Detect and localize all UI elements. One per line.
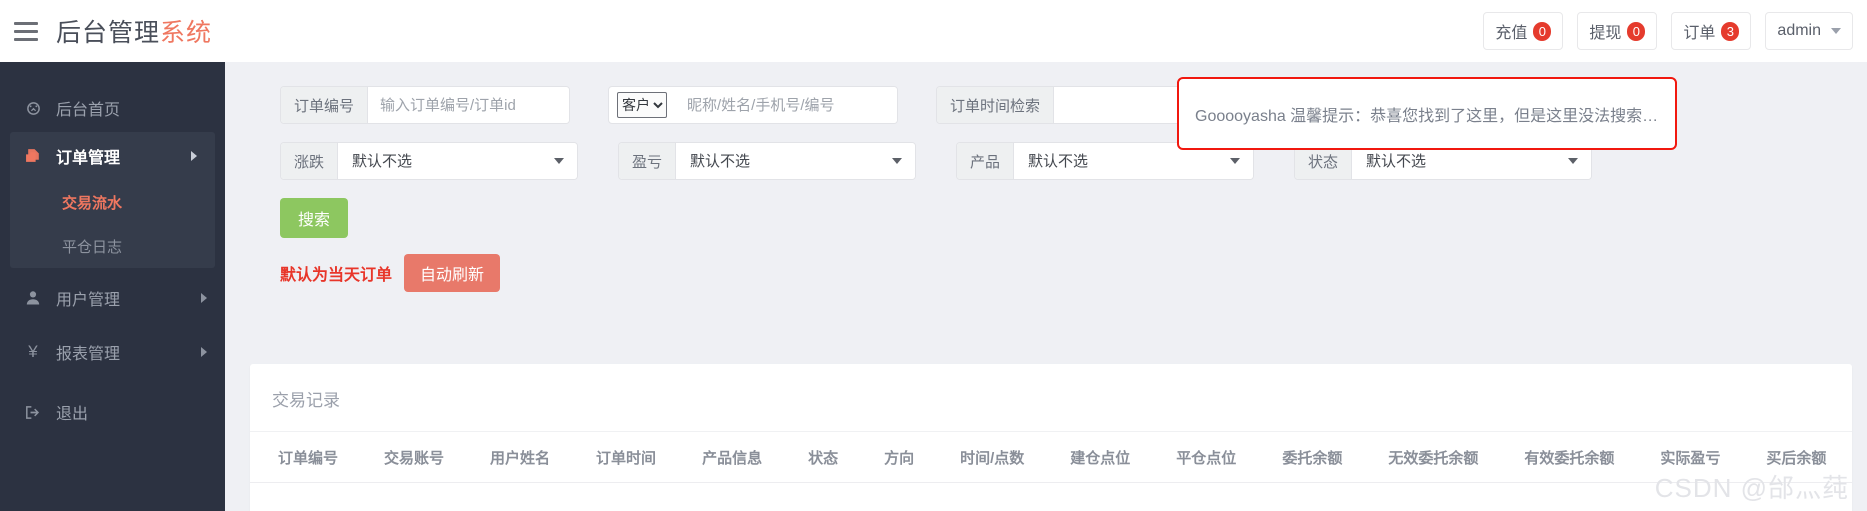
filter-row-3: 搜索 xyxy=(280,198,1867,238)
table-column-header: 时间/点数 xyxy=(960,449,1025,467)
customer-type-select[interactable]: 客户 xyxy=(617,92,667,118)
filter-row-4: 默认为当天订单 自动刷新 xyxy=(280,254,1867,292)
sidebar-subitem-transaction-flow[interactable]: 交易流水 xyxy=(10,180,215,224)
sidebar: 后台首页 订单管理 交易流水 平仓日志 用户管理 ¥ 报表管理 退出 xyxy=(0,62,225,511)
table-body xyxy=(250,483,1852,511)
sidebar-item-logout[interactable]: 退出 xyxy=(0,388,225,436)
profit-loss-select-wrap: 默认不选 xyxy=(676,143,915,179)
chevron-right-icon xyxy=(201,347,207,357)
brand-main: 后台管理 xyxy=(56,19,161,47)
hamburger-icon[interactable] xyxy=(14,18,40,44)
callout-box: Gooooyasha 温馨提示：恭喜您找到了这里，但是这里没法搜索… xyxy=(1177,77,1677,150)
sidebar-item-order-management[interactable]: 订单管理 xyxy=(10,132,215,180)
table-column-header: 详情 xyxy=(1862,447,1867,468)
sidebar-subitem-label: 平仓日志 xyxy=(62,238,123,256)
table-column-header: 建仓点位 xyxy=(1070,449,1131,467)
logout-icon xyxy=(22,404,44,421)
table-header-row: 订单编号 交易账号 用户姓名 订单时间 产品信息 状态 方向 时间/点数 建仓点位 平仓点位 委托余… xyxy=(250,431,1852,483)
hamburger-bar xyxy=(14,29,38,33)
table-column-header: 方向 xyxy=(884,449,915,467)
callout-text: Gooooyasha 温馨提示：恭喜您找到了这里，但是这里没法搜索… xyxy=(1195,107,1659,125)
hamburger-bar xyxy=(14,37,38,41)
table-column-header: 交易账号 xyxy=(384,449,445,467)
sidebar-item-label: 订单管理 xyxy=(56,150,121,167)
yen-icon: ¥ xyxy=(28,342,38,361)
user-menu[interactable]: admin xyxy=(1765,12,1853,50)
recharge-button[interactable]: 充值 0 xyxy=(1483,12,1564,50)
sidebar-subitem-label: 交易流水 xyxy=(62,194,123,212)
order-number-input[interactable] xyxy=(368,87,569,123)
sidebar-item-label: 退出 xyxy=(56,406,89,423)
hamburger-bar xyxy=(14,21,38,25)
watermark: CSDN @邰灬莼 xyxy=(1654,473,1849,503)
sidebar-item-label: 后台首页 xyxy=(56,102,121,119)
sidebar-item-dashboard[interactable]: 后台首页 xyxy=(0,84,225,132)
order-number-addon: 订单编号 xyxy=(281,87,369,123)
profit-loss-addon: 盈亏 xyxy=(619,143,677,179)
customer-group: 客户 xyxy=(608,86,898,124)
table-column-header: 买后余额 xyxy=(1766,449,1827,467)
orders-button[interactable]: 订单 3 xyxy=(1671,12,1752,50)
table-column-header: 平仓点位 xyxy=(1176,449,1237,467)
rise-fall-select-wrap: 默认不选 xyxy=(338,143,577,179)
chevron-down-icon xyxy=(1831,28,1841,34)
sidebar-item-report-management[interactable]: ¥ 报表管理 xyxy=(0,328,225,376)
order-time-addon: 订单时间检索 xyxy=(937,87,1055,123)
sidebar-item-label: 报表管理 xyxy=(56,346,121,363)
rise-fall-addon: 涨跌 xyxy=(281,143,339,179)
page-title: 后台管理系统 xyxy=(56,13,212,49)
top-header: 后台管理系统 充值 0 提现 0 订单 3 admin xyxy=(0,0,1867,62)
dashboard-icon xyxy=(22,100,44,117)
table-column-header: 订单编号 xyxy=(278,449,339,467)
sidebar-item-label: 用户管理 xyxy=(56,292,121,309)
header-actions: 充值 0 提现 0 订单 3 admin xyxy=(1483,12,1853,50)
today-order-hint: 默认为当天订单 xyxy=(280,267,393,284)
auto-refresh-button[interactable]: 自动刷新 xyxy=(404,254,501,292)
recharge-label: 充值 xyxy=(1495,25,1528,42)
table-column-header: 订单时间 xyxy=(596,449,657,467)
chevron-right-icon xyxy=(191,151,197,161)
user-menu-label: admin xyxy=(1777,22,1821,39)
chevron-right-icon xyxy=(201,293,207,303)
withdraw-label: 提现 xyxy=(1589,25,1622,42)
rise-fall-group: 涨跌 默认不选 xyxy=(280,142,578,180)
table-column-header: 产品信息 xyxy=(702,449,763,467)
table-column-header: 实际盈亏 xyxy=(1660,449,1721,467)
sidebar-item-user-management[interactable]: 用户管理 xyxy=(0,274,225,322)
withdraw-badge: 0 xyxy=(1627,21,1646,41)
brand-accent: 系统 xyxy=(160,19,213,47)
orders-badge: 3 xyxy=(1721,21,1740,41)
withdraw-button[interactable]: 提现 0 xyxy=(1577,12,1658,50)
table-column-header: 委托余额 xyxy=(1282,449,1343,467)
order-number-group: 订单编号 xyxy=(280,86,570,124)
orders-label: 订单 xyxy=(1683,25,1716,42)
rise-fall-select[interactable]: 默认不选 xyxy=(338,143,577,179)
table-column-header: 有效委托余额 xyxy=(1524,449,1615,467)
table-column-header: 用户姓名 xyxy=(490,449,551,467)
sidebar-subitem-close-log[interactable]: 平仓日志 xyxy=(10,224,215,268)
panel-title: 交易记录 xyxy=(272,391,340,410)
profit-loss-select[interactable]: 默认不选 xyxy=(676,143,915,179)
table-column-header: 无效委托余额 xyxy=(1388,449,1479,467)
app-root: 后台管理系统 充值 0 提现 0 订单 3 admin 后台首页 订单管理 交易… xyxy=(0,0,1867,511)
sidebar-group-orders: 订单管理 交易流水 平仓日志 xyxy=(10,132,215,268)
user-icon xyxy=(22,290,44,306)
transaction-records-panel: 交易记录 订单编号 交易账号 用户姓名 订单时间 产品信息 状态 方向 时间/点数 建仓点位 平仓… xyxy=(250,364,1852,511)
document-icon xyxy=(22,148,44,165)
recharge-badge: 0 xyxy=(1533,21,1552,41)
product-addon: 产品 xyxy=(957,143,1015,179)
profit-loss-group: 盈亏 默认不选 xyxy=(618,142,916,180)
customer-search-input[interactable] xyxy=(675,87,897,123)
search-button[interactable]: 搜索 xyxy=(280,198,349,238)
table-column-header: 状态 xyxy=(808,449,839,467)
